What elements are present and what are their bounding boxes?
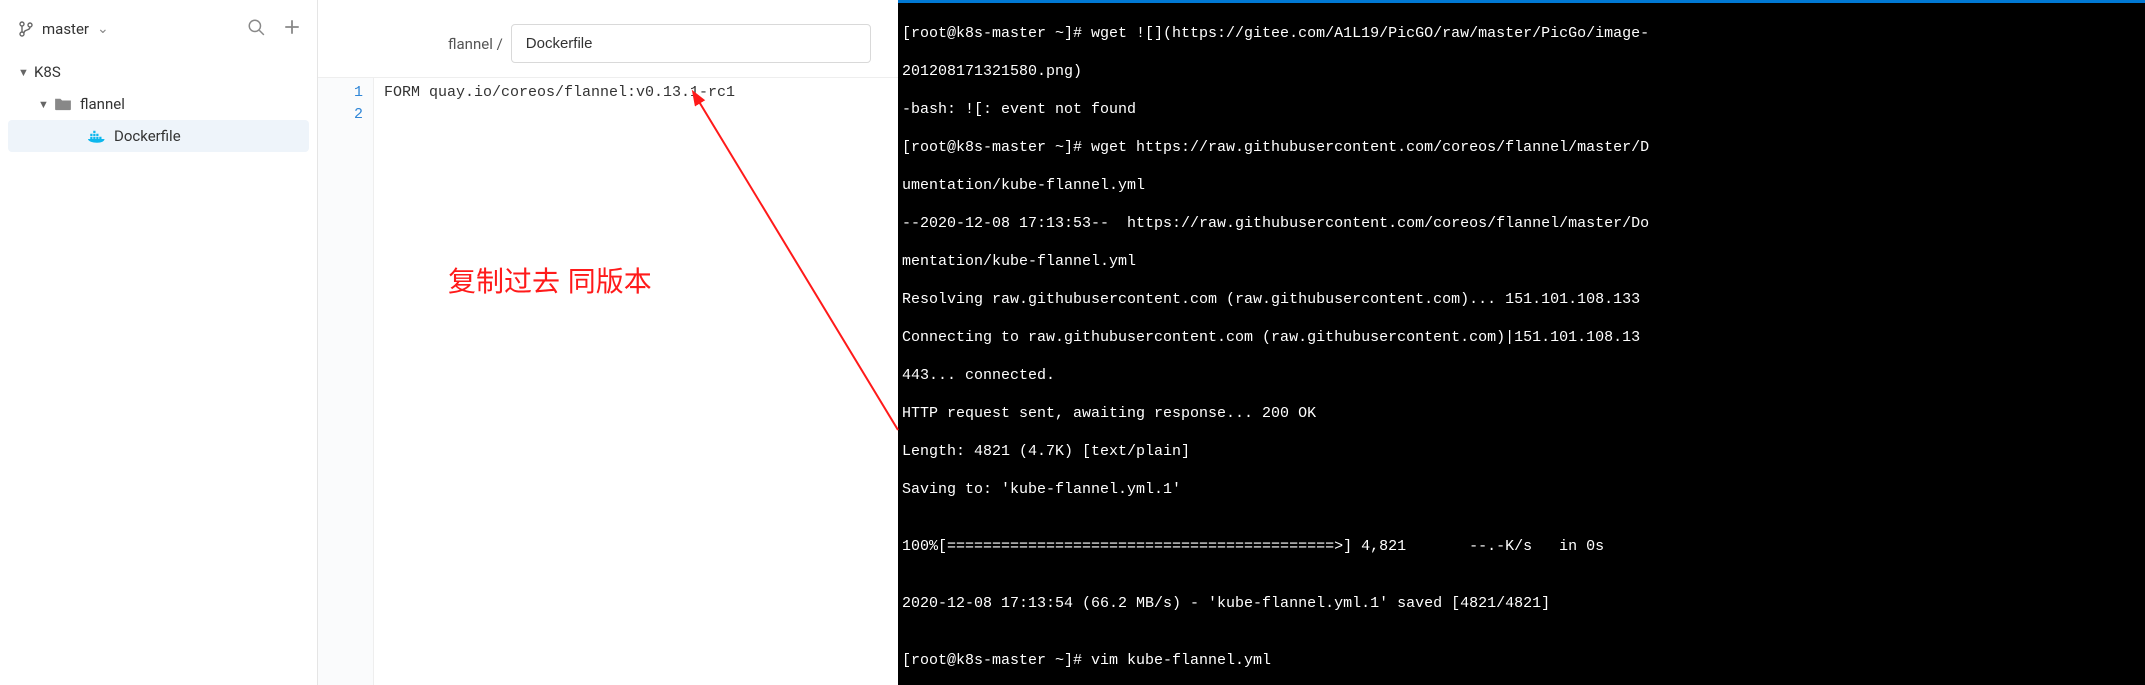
terminal-line: mentation/kube-flannel.yml <box>902 252 2141 271</box>
terminal-line: [root@k8s-master ~]# wget https://raw.gi… <box>902 138 2141 157</box>
terminal-line: Saving to: 'kube-flannel.yml.1' <box>902 480 2141 499</box>
code-line <box>384 104 898 126</box>
code-line: FORM quay.io/coreos/flannel:v0.13.1-rc1 <box>384 82 898 104</box>
terminal-line: 201208171321580.png) <box>902 62 2141 81</box>
line-number: 2 <box>318 104 363 126</box>
folder-icon <box>54 97 72 111</box>
chevron-down-icon[interactable]: ⌄ <box>97 21 109 37</box>
tree-file-label: Dockerfile <box>114 127 181 145</box>
terminal-line: Connecting to raw.githubusercontent.com … <box>902 328 2141 347</box>
tree-file-dockerfile[interactable]: Dockerfile <box>8 120 309 152</box>
tree-root-label: K8S <box>34 63 61 81</box>
terminal-line: umentation/kube-flannel.yml <box>902 176 2141 195</box>
terminal-line: [root@k8s-master ~]# vim kube-flannel.ym… <box>902 651 2141 670</box>
filename-input[interactable] <box>511 24 871 63</box>
terminal-line: 2020-12-08 17:13:54 (66.2 MB/s) - 'kube-… <box>902 594 2141 613</box>
terminal-line: -bash: ![: event not found <box>902 100 2141 119</box>
line-gutter: 1 2 <box>318 78 374 685</box>
terminal-line: Resolving raw.githubusercontent.com (raw… <box>902 290 2141 309</box>
tree-folder-label: flannel <box>80 95 125 113</box>
code-content[interactable]: FORM quay.io/coreos/flannel:v0.13.1-rc1 <box>374 78 898 685</box>
code-area[interactable]: 1 2 FORM quay.io/coreos/flannel:v0.13.1-… <box>318 77 898 685</box>
add-icon[interactable] <box>283 18 301 40</box>
terminal-line: 443... connected. <box>902 366 2141 385</box>
file-tree: ▼ K8S ▼ flannel Dockerfile <box>0 52 317 156</box>
terminal-line: --2020-12-08 17:13:53-- https://raw.gith… <box>902 214 2141 233</box>
docker-icon <box>88 129 106 143</box>
code-editor-pane: flannel / 1 2 FORM quay.io/coreos/flanne… <box>318 0 898 685</box>
terminal-line: HTTP request sent, awaiting response... … <box>902 404 2141 423</box>
tree-folder-flannel[interactable]: ▼ flannel <box>0 88 317 120</box>
search-icon[interactable] <box>247 18 265 40</box>
branch-selector-bar: master ⌄ <box>0 8 317 52</box>
tree-root[interactable]: ▼ K8S <box>0 56 317 88</box>
git-branch-icon <box>18 21 34 37</box>
terminal-line: Length: 4821 (4.7K) [text/plain] <box>902 442 2141 461</box>
line-number: 1 <box>318 82 363 104</box>
terminal-pane[interactable]: [root@k8s-master ~]# wget ![](https://gi… <box>898 0 2145 685</box>
caret-down-icon: ▼ <box>38 98 48 111</box>
terminal-line: [root@k8s-master ~]# wget ![](https://gi… <box>902 24 2141 43</box>
breadcrumb-parent[interactable]: flannel / <box>448 35 503 53</box>
branch-name[interactable]: master <box>42 20 89 38</box>
breadcrumb-row: flannel / <box>318 10 898 77</box>
caret-down-icon: ▼ <box>18 66 28 79</box>
terminal-line: 100%[===================================… <box>902 537 2141 556</box>
file-explorer-sidebar: master ⌄ ▼ K8S ▼ flannel Dockerfile <box>0 0 318 685</box>
